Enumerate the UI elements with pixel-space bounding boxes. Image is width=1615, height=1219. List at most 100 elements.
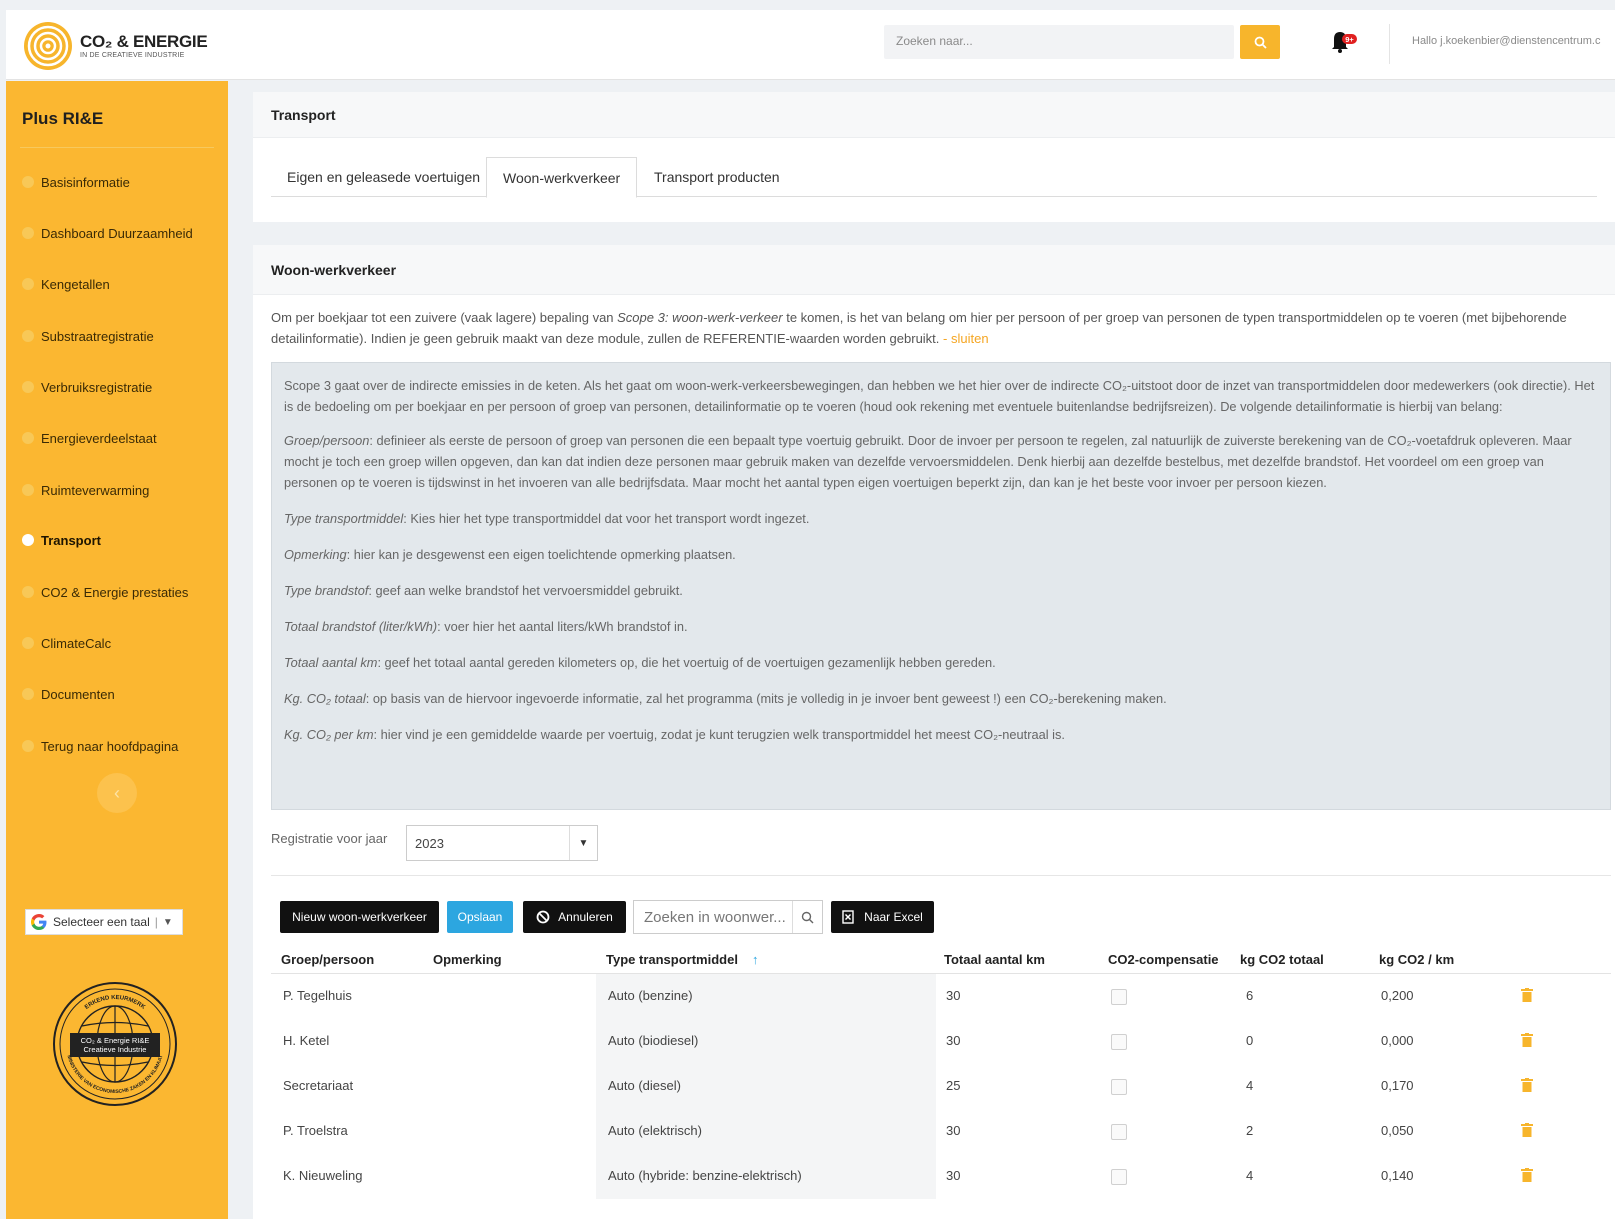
cell-kg-per-km: 0,170 [1381,1078,1414,1093]
sidebar-item-climatecalc[interactable]: ClimateCalc [22,632,111,654]
dashboard-icon [22,227,34,239]
co2-compensation-checkbox[interactable] [1111,1124,1127,1140]
co2-compensation-checkbox[interactable] [1111,989,1127,1005]
co2-compensation-checkbox[interactable] [1111,1169,1127,1185]
co2-compensation-checkbox[interactable] [1111,1079,1127,1095]
sidebar-item-verbruiksregistratie[interactable]: Verbruiksregistratie [22,376,152,398]
sidebar-item-label: Energieverdeelstaat [41,430,157,446]
export-excel-button[interactable]: Naar Excel [831,901,934,933]
logo[interactable]: CO₂ & ENERGIE IN DE CREATIEVE INDUSTRIE [22,20,208,72]
info-desc: : geef aan welke brandstof het vervoersm… [368,583,683,598]
transport-panel: Transport Eigen en geleasede voertuigen … [253,92,1615,222]
new-entry-button[interactable]: Nieuw woon-werkverkeer [280,901,439,933]
info-paragraph: Opmerking: hier kan je desgewenst een ei… [284,544,1598,565]
cell-kg-per-km: 0,000 [1381,1033,1414,1048]
sidebar-item-label: Basisinformatie [41,174,130,190]
search-button[interactable] [1240,25,1280,59]
tab-transport-producten[interactable]: Transport producten [638,157,796,197]
table-row[interactable]: P. Tegelhuis Auto (benzine) 30 6 0,200 [271,974,1611,1019]
cell-groep: H. Ketel [283,1033,330,1048]
info-paragraph: Groep/persoon: definieer als eerste de p… [284,430,1598,493]
sidebar-divider [20,147,214,148]
table-row[interactable]: P. Troelstra Auto (elektrisch) 30 2 0,05… [271,1109,1611,1154]
cell-kg-totaal: 4 [1246,1168,1254,1183]
save-button[interactable]: Opslaan [447,901,513,933]
info-paragraph: Kg. CO₂ totaal: op basis van de hiervoor… [284,688,1598,709]
table-row[interactable]: Secretariaat Auto (diesel) 25 4 0,170 [271,1064,1611,1109]
sidebar-item-co2-prestaties[interactable]: CO2 & Energie prestaties [22,581,188,603]
trash-icon[interactable] [1521,1078,1533,1092]
info-desc: : op basis van de hiervoor ingevoerde in… [365,691,1167,706]
sort-ascending-icon: ↑ [751,952,759,967]
info-paragraph: Totaal aantal km: geef het totaal aantal… [284,652,1598,673]
sidebar-item-label: Ruimteverwarming [41,482,150,498]
google-icon [31,914,47,930]
grid-search-input[interactable]: Zoeken in woonwer... [633,900,823,934]
column-header-compensatie[interactable]: CO2-compensatie [1108,952,1219,967]
cell-type: Auto (hybride: benzine-elektrisch) [608,1168,802,1183]
language-label: Selecteer een taal [53,915,150,929]
column-header-kg-totaal[interactable]: kg CO2 totaal [1240,952,1324,967]
cell-kg-per-km: 0,050 [1381,1123,1414,1138]
sidebar-title: Plus RI&E [22,109,104,128]
column-header-kg-per-km[interactable]: kg CO2 / km [1379,952,1454,967]
sidebar-item-terug[interactable]: Terug naar hoofdpagina [22,735,178,757]
trash-icon[interactable] [1521,1168,1533,1182]
energy-icon [22,432,34,444]
trash-icon[interactable] [1521,988,1533,1002]
info-term: Kg. CO₂ per km [284,727,374,742]
info-icon [22,176,34,188]
cell-groep: K. Nieuweling [283,1168,363,1183]
column-header-opmerking[interactable]: Opmerking [433,952,502,967]
tab-woon-werkverkeer[interactable]: Woon-werkverkeer [486,157,638,198]
cell-kg-totaal: 4 [1246,1078,1254,1093]
cell-kg-totaal: 0 [1246,1033,1254,1048]
cell-type: Auto (elektrisch) [608,1123,702,1138]
close-info-link[interactable]: - sluiten [939,331,989,346]
logo-subtext: IN DE CREATIEVE INDUSTRIE [80,52,185,59]
search-input[interactable]: Zoeken naar... [884,25,1234,59]
language-select[interactable]: Selecteer een taal | ▼ [25,909,183,935]
sidebar-item-dashboard[interactable]: Dashboard Duurzaamheid [22,222,193,244]
column-header-km[interactable]: Totaal aantal km [944,952,1045,967]
cancel-button[interactable]: Annuleren [523,901,626,933]
sidebar-item-substraatregistratie[interactable]: Substraatregistratie [22,325,154,347]
divider [271,875,1611,876]
sidebar-item-documenten[interactable]: Documenten [22,683,115,705]
panel-title: Woon-werkverkeer [253,245,1615,295]
sidebar-item-ruimteverwarming[interactable]: Ruimteverwarming [22,479,149,501]
keurmerk-seal: CO₂ & Energie RI&E Creatieve Industrie E… [53,982,177,1106]
cell-kg-totaal: 2 [1246,1123,1254,1138]
table-row[interactable]: K. Nieuweling Auto (hybride: benzine-ele… [271,1154,1611,1199]
sidebar-item-label: Dashboard Duurzaamheid [41,225,193,241]
intro-part: Om per boekjaar tot een zuivere (vaak la… [271,310,618,325]
co2-compensation-checkbox[interactable] [1111,1034,1127,1050]
sidebar-item-transport[interactable]: Transport [22,529,101,551]
seal-line-1: CO₂ & Energie RI&E [81,1036,150,1045]
cell-groep: P. Troelstra [283,1123,348,1138]
chevron-down-icon: ▼ [569,826,597,860]
sidebar-item-kengetallen[interactable]: Kengetallen [22,273,110,295]
sidebar-item-label: Transport [41,532,101,548]
table-row[interactable]: H. Ketel Auto (biodiesel) 30 0 0,000 [271,1019,1611,1064]
tab-eigen-voertuigen[interactable]: Eigen en geleasede voertuigen [271,157,496,197]
column-header-groep[interactable]: Groep/persoon [281,952,374,967]
trash-icon[interactable] [1521,1033,1533,1047]
search-icon[interactable] [792,901,822,933]
sidebar-item-label: Kengetallen [41,276,110,292]
sidebar-collapse-button[interactable]: ‹ [97,773,137,813]
leaf-icon [22,637,34,649]
column-header-type[interactable]: Type transportmiddel ↑ [606,952,758,967]
cell-kg-per-km: 0,200 [1381,988,1414,1003]
user-greeting[interactable]: Hallo j.koekenbier@dienstencentrum.c [1412,35,1600,47]
usage-icon [22,381,34,393]
trash-icon[interactable] [1521,1123,1533,1137]
year-select[interactable]: 2023 ▼ [406,825,598,861]
logo-text: CO₂ & ENERGIE [80,32,208,51]
sidebar-item-label: ClimateCalc [41,635,112,651]
sidebar-item-energieverdeelstaat[interactable]: Energieverdeelstaat [22,427,157,449]
notifications-button[interactable]: 9+ [1326,28,1366,58]
sidebar-item-basisinformatie[interactable]: Basisinformatie [22,171,130,193]
tab-bar: Eigen en geleasede voertuigen Woon-werkv… [271,157,1597,198]
cell-kg-per-km: 0,140 [1381,1168,1414,1183]
